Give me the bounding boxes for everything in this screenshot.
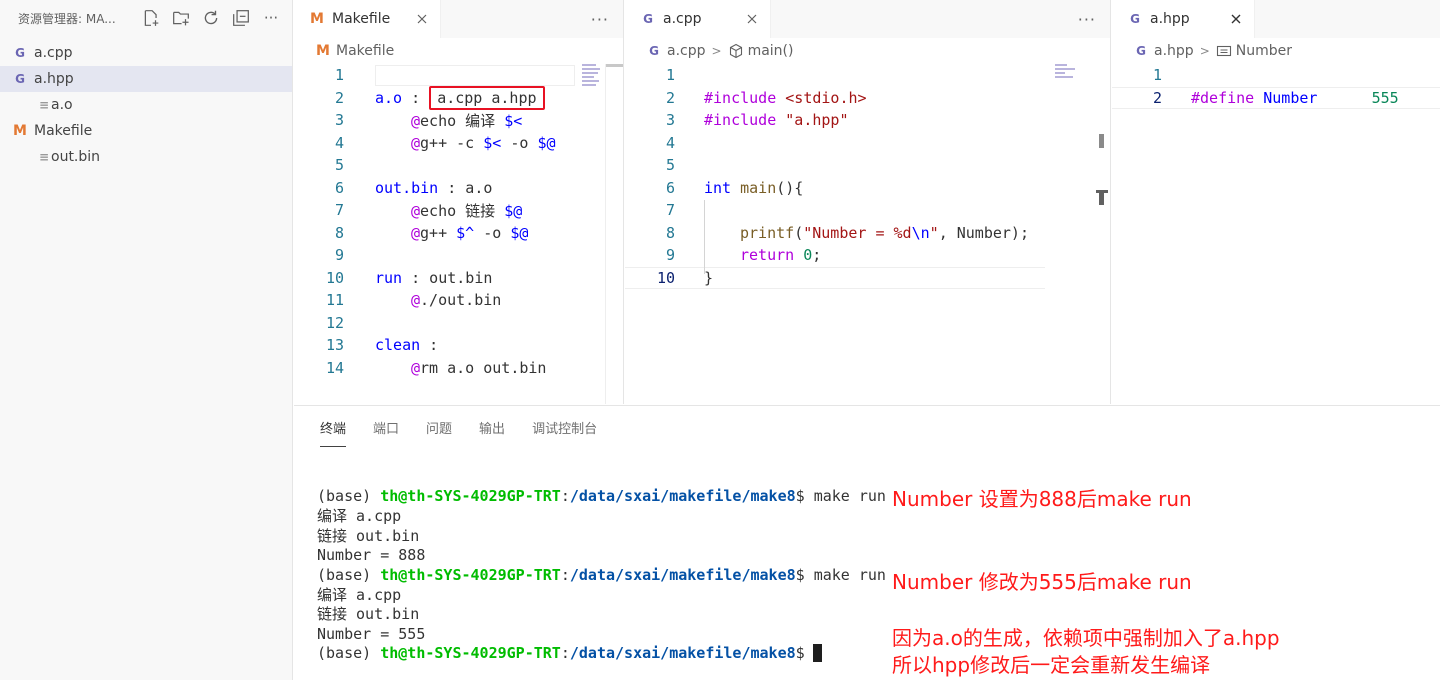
- explorer-header: 资源管理器: MA... ···: [0, 0, 292, 36]
- breadcrumb-symbol[interactable]: Number: [1236, 43, 1292, 59]
- explorer-sidebar: 资源管理器: MA... ··· G a.cpp G a.hpp ≡ a.o M: [0, 0, 293, 680]
- file-item-a-hpp[interactable]: G a.hpp: [0, 66, 292, 92]
- tab-output[interactable]: 输出: [479, 408, 505, 446]
- tab-bar: G a.hpp: [1112, 0, 1440, 38]
- cpp-icon: G: [15, 72, 25, 86]
- tab-bar: M Makefile ···: [294, 0, 623, 38]
- terminal[interactable]: (base) th@th-SYS-4029GP-TRT:/data/sxai/m…: [317, 486, 886, 663]
- file-item-out-bin[interactable]: ≡ out.bin: [0, 144, 292, 170]
- editor-group-makefile: M Makefile ··· M Makefile 1 2 a.o : a.cpp…: [294, 0, 624, 404]
- collapse-all-icon[interactable]: [230, 7, 252, 29]
- terminal-cursor: [812, 644, 822, 663]
- tab-a-cpp[interactable]: G a.cpp: [625, 0, 771, 38]
- cpp-icon: G: [15, 46, 25, 60]
- close-icon[interactable]: [742, 9, 762, 29]
- highlight-box: a.cpp a.hpp: [429, 85, 545, 110]
- panel-tabs: 终端 端口 问题 输出 调试控制台: [294, 406, 1440, 448]
- editor-group-cpp: G a.cpp ··· G a.cpp > main() 1 2 #include…: [625, 0, 1111, 404]
- terminal-line: (base) th@th-SYS-4029GP-TRT:/data/sxai/m…: [317, 486, 886, 505]
- breadcrumb-file[interactable]: a.cpp: [667, 43, 706, 59]
- annotation-reason-2: 所以hpp修改后一定会重新发生编译: [892, 653, 1211, 677]
- bottom-panel: 终端 端口 问题 输出 调试控制台 (base) th@th-SYS-4029G…: [294, 405, 1440, 680]
- new-file-icon[interactable]: [140, 7, 162, 29]
- code-editor[interactable]: 1 2 a.o : a.cpp a.hpp 3 @echo 编译 $< 4 @g++ …: [294, 64, 623, 379]
- file-item-a-o[interactable]: ≡ a.o: [0, 92, 292, 118]
- tab-problems[interactable]: 问题: [426, 408, 452, 446]
- cpp-icon: G: [1130, 12, 1140, 26]
- explorer-title: 资源管理器: MA...: [18, 11, 116, 26]
- chevron-right-icon: >: [711, 44, 722, 58]
- terminal-line: (base) th@th-SYS-4029GP-TRT:/data/sxai/m…: [317, 565, 886, 584]
- scrollbar-thumb[interactable]: [1099, 134, 1104, 148]
- indent-guide: [704, 200, 705, 274]
- more-actions-icon[interactable]: ···: [1078, 10, 1096, 29]
- file-tree: G a.cpp G a.hpp ≡ a.o M Makefile ≡ out.b…: [0, 40, 292, 170]
- file-item-makefile[interactable]: M Makefile: [0, 118, 292, 144]
- code-editor[interactable]: 1 2 #define Number 555: [1112, 64, 1440, 109]
- annotation-555: Number 修改为555后make run: [892, 570, 1192, 594]
- annotation-888: Number 设置为888后make run: [892, 487, 1192, 511]
- cpp-icon: G: [649, 44, 659, 58]
- tab-makefile[interactable]: M Makefile: [294, 0, 442, 38]
- breadcrumb-symbol[interactable]: main(): [748, 43, 794, 59]
- terminal-line: 编译 a.cpp: [317, 585, 402, 604]
- makefile-icon: M: [13, 123, 27, 139]
- terminal-line: 链接 out.bin: [317, 526, 420, 545]
- cpp-icon: G: [643, 12, 653, 26]
- file-item-a-cpp[interactable]: G a.cpp: [0, 40, 292, 66]
- method-icon: [729, 43, 742, 59]
- terminal-line: Number = 888: [317, 545, 426, 564]
- text-file-icon: ≡: [38, 98, 50, 112]
- terminal-line: Number = 555: [317, 624, 426, 643]
- breadcrumb: M Makefile: [294, 38, 623, 64]
- breadcrumb-file[interactable]: Makefile: [336, 43, 394, 59]
- chevron-right-icon: >: [1199, 44, 1210, 58]
- breadcrumb: G a.cpp > main(): [625, 38, 1110, 64]
- constant-icon: [1216, 45, 1231, 57]
- tab-terminal[interactable]: 终端: [320, 408, 347, 447]
- breadcrumb: G a.hpp > Number: [1112, 38, 1440, 64]
- scrollbar[interactable]: [605, 64, 623, 404]
- terminal-line: (base) th@th-SYS-4029GP-TRT:/data/sxai/m…: [317, 644, 886, 664]
- tab-ports[interactable]: 端口: [373, 408, 399, 446]
- annotation-reason-1: 因为a.o的生成，依赖项中强制加入了a.hpp: [892, 626, 1280, 650]
- tab-a-hpp[interactable]: G a.hpp: [1112, 0, 1255, 38]
- refresh-icon[interactable]: [200, 7, 222, 29]
- more-actions-icon[interactable]: ···: [591, 10, 609, 29]
- makefile-icon: M: [316, 43, 330, 59]
- terminal-line: 链接 out.bin: [317, 605, 420, 624]
- minimap[interactable]: [1055, 64, 1079, 98]
- tab-debug-console[interactable]: 调试控制台: [532, 408, 597, 446]
- close-icon[interactable]: [412, 9, 432, 29]
- minimap[interactable]: [582, 64, 606, 98]
- more-actions-icon[interactable]: ···: [260, 7, 282, 29]
- close-icon[interactable]: [1226, 9, 1246, 29]
- editor-group-hpp: G a.hpp G a.hpp > Number 1 2 #define Numb…: [1112, 0, 1440, 404]
- tab-bar: G a.cpp ···: [625, 0, 1110, 38]
- cpp-icon: G: [1136, 44, 1146, 58]
- makefile-icon: M: [310, 11, 324, 27]
- breadcrumb-file[interactable]: a.hpp: [1154, 43, 1194, 59]
- terminal-line: 编译 a.cpp: [317, 507, 402, 526]
- text-file-icon: ≡: [38, 150, 50, 164]
- code-editor[interactable]: 1 2 #include <stdio.h> 3 #include "a.hpp" …: [625, 64, 1110, 289]
- new-folder-icon[interactable]: [170, 7, 192, 29]
